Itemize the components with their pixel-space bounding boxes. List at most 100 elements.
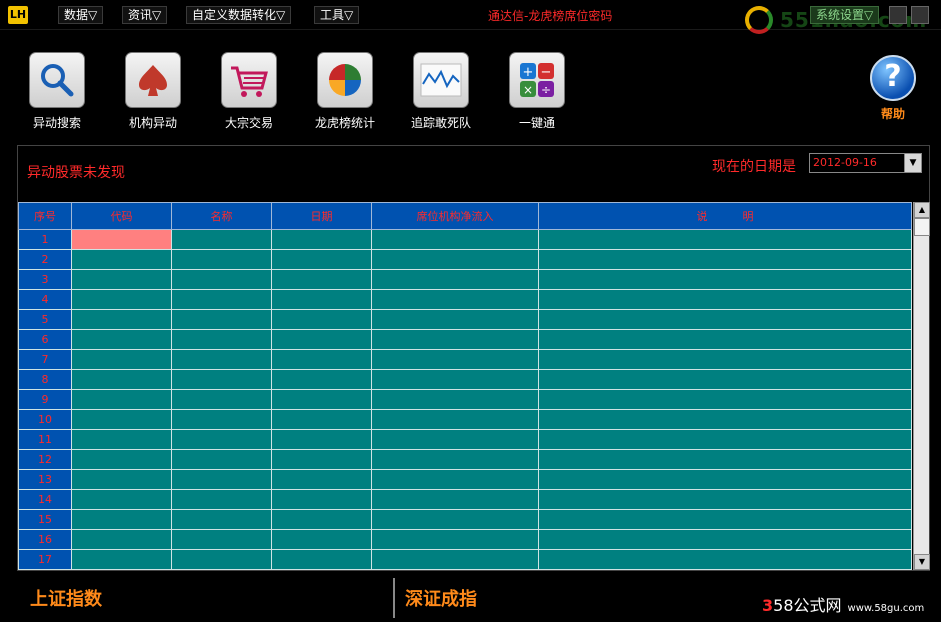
- one-click-button[interactable]: + − × ÷ 一键通: [497, 52, 577, 131]
- name-cell[interactable]: [171, 389, 272, 410]
- menu-custom-data-convert[interactable]: 自定义数据转化▽: [186, 6, 292, 24]
- description-cell[interactable]: [538, 349, 912, 370]
- code-cell[interactable]: [71, 509, 172, 530]
- net-inflow-cell[interactable]: [371, 269, 539, 290]
- minimize-button[interactable]: [889, 6, 907, 24]
- date-cell[interactable]: [271, 329, 372, 350]
- net-inflow-cell[interactable]: [371, 309, 539, 330]
- date-cell[interactable]: [271, 389, 372, 410]
- net-inflow-cell[interactable]: [371, 349, 539, 370]
- abnormal-search-button[interactable]: 异动搜索: [17, 52, 97, 131]
- description-cell[interactable]: [538, 269, 912, 290]
- description-cell[interactable]: [538, 329, 912, 350]
- net-inflow-cell[interactable]: [371, 289, 539, 310]
- code-cell[interactable]: [71, 489, 172, 510]
- date-cell[interactable]: [271, 249, 372, 270]
- scroll-thumb[interactable]: [914, 218, 930, 236]
- column-header-date[interactable]: 日期: [271, 202, 372, 230]
- column-header-code[interactable]: 代码: [71, 202, 172, 230]
- name-cell[interactable]: [171, 289, 272, 310]
- description-cell[interactable]: [538, 369, 912, 390]
- name-cell[interactable]: [171, 529, 272, 550]
- name-cell[interactable]: [171, 269, 272, 290]
- column-header-description[interactable]: 说 明: [538, 202, 912, 230]
- net-inflow-cell[interactable]: [371, 329, 539, 350]
- scroll-up-icon[interactable]: ▲: [914, 202, 930, 218]
- code-cell[interactable]: [71, 309, 172, 330]
- chevron-down-icon[interactable]: ▼: [904, 154, 921, 172]
- name-cell[interactable]: [171, 409, 272, 430]
- date-cell[interactable]: [271, 229, 372, 250]
- date-cell[interactable]: [271, 349, 372, 370]
- description-cell[interactable]: [538, 469, 912, 490]
- scroll-down-icon[interactable]: ▼: [914, 554, 930, 570]
- table-row[interactable]: 10: [18, 409, 912, 430]
- description-cell[interactable]: [538, 389, 912, 410]
- name-cell[interactable]: [171, 229, 272, 250]
- code-cell[interactable]: [71, 349, 172, 370]
- menu-data[interactable]: 数据▽: [58, 6, 104, 24]
- column-header-name[interactable]: 名称: [171, 202, 272, 230]
- net-inflow-cell[interactable]: [371, 369, 539, 390]
- dragon-tiger-stats-button[interactable]: 龙虎榜统计: [305, 52, 385, 131]
- code-cell[interactable]: [71, 389, 172, 410]
- table-row[interactable]: 2: [18, 249, 912, 270]
- vertical-scrollbar[interactable]: ▲ ▼: [913, 202, 930, 570]
- description-cell[interactable]: [538, 429, 912, 450]
- table-row[interactable]: 8: [18, 369, 912, 390]
- name-cell[interactable]: [171, 469, 272, 490]
- name-cell[interactable]: [171, 369, 272, 390]
- table-row[interactable]: 11: [18, 429, 912, 450]
- net-inflow-cell[interactable]: [371, 449, 539, 470]
- description-cell[interactable]: [538, 249, 912, 270]
- date-select[interactable]: 2012-09-16 ▼: [809, 153, 922, 173]
- description-cell[interactable]: [538, 229, 912, 250]
- system-settings-button[interactable]: 系统设置▽: [810, 6, 880, 24]
- name-cell[interactable]: [171, 489, 272, 510]
- column-header-index[interactable]: 序号: [18, 202, 72, 230]
- date-cell[interactable]: [271, 469, 372, 490]
- code-cell[interactable]: [71, 369, 172, 390]
- description-cell[interactable]: [538, 489, 912, 510]
- date-cell[interactable]: [271, 269, 372, 290]
- code-cell[interactable]: [71, 329, 172, 350]
- table-row[interactable]: 16: [18, 529, 912, 550]
- help-button[interactable]: ? 帮助: [868, 55, 918, 122]
- date-cell[interactable]: [271, 369, 372, 390]
- net-inflow-cell[interactable]: [371, 549, 539, 570]
- net-inflow-cell[interactable]: [371, 409, 539, 430]
- date-cell[interactable]: [271, 449, 372, 470]
- table-row[interactable]: 1: [18, 229, 912, 250]
- description-cell[interactable]: [538, 449, 912, 470]
- code-cell[interactable]: [71, 409, 172, 430]
- menu-tools[interactable]: 工具▽: [314, 6, 360, 24]
- code-cell[interactable]: [71, 249, 172, 270]
- track-dare-squad-button[interactable]: 追踪敢死队: [401, 52, 481, 131]
- name-cell[interactable]: [171, 509, 272, 530]
- code-cell[interactable]: [71, 469, 172, 490]
- name-cell[interactable]: [171, 349, 272, 370]
- code-cell[interactable]: [71, 269, 172, 290]
- code-cell[interactable]: [71, 549, 172, 570]
- table-row[interactable]: 6: [18, 329, 912, 350]
- date-cell[interactable]: [271, 409, 372, 430]
- table-row[interactable]: 4: [18, 289, 912, 310]
- date-cell[interactable]: [271, 509, 372, 530]
- table-row[interactable]: 3: [18, 269, 912, 290]
- table-row[interactable]: 13: [18, 469, 912, 490]
- code-cell[interactable]: [71, 429, 172, 450]
- code-cell[interactable]: [71, 289, 172, 310]
- name-cell[interactable]: [171, 309, 272, 330]
- table-row[interactable]: 15: [18, 509, 912, 530]
- table-row[interactable]: 9: [18, 389, 912, 410]
- name-cell[interactable]: [171, 429, 272, 450]
- net-inflow-cell[interactable]: [371, 249, 539, 270]
- code-cell[interactable]: [71, 449, 172, 470]
- net-inflow-cell[interactable]: [371, 489, 539, 510]
- description-cell[interactable]: [538, 549, 912, 570]
- description-cell[interactable]: [538, 509, 912, 530]
- name-cell[interactable]: [171, 329, 272, 350]
- table-row[interactable]: 17: [18, 549, 912, 570]
- code-cell[interactable]: [71, 529, 172, 550]
- code-cell[interactable]: [71, 229, 172, 250]
